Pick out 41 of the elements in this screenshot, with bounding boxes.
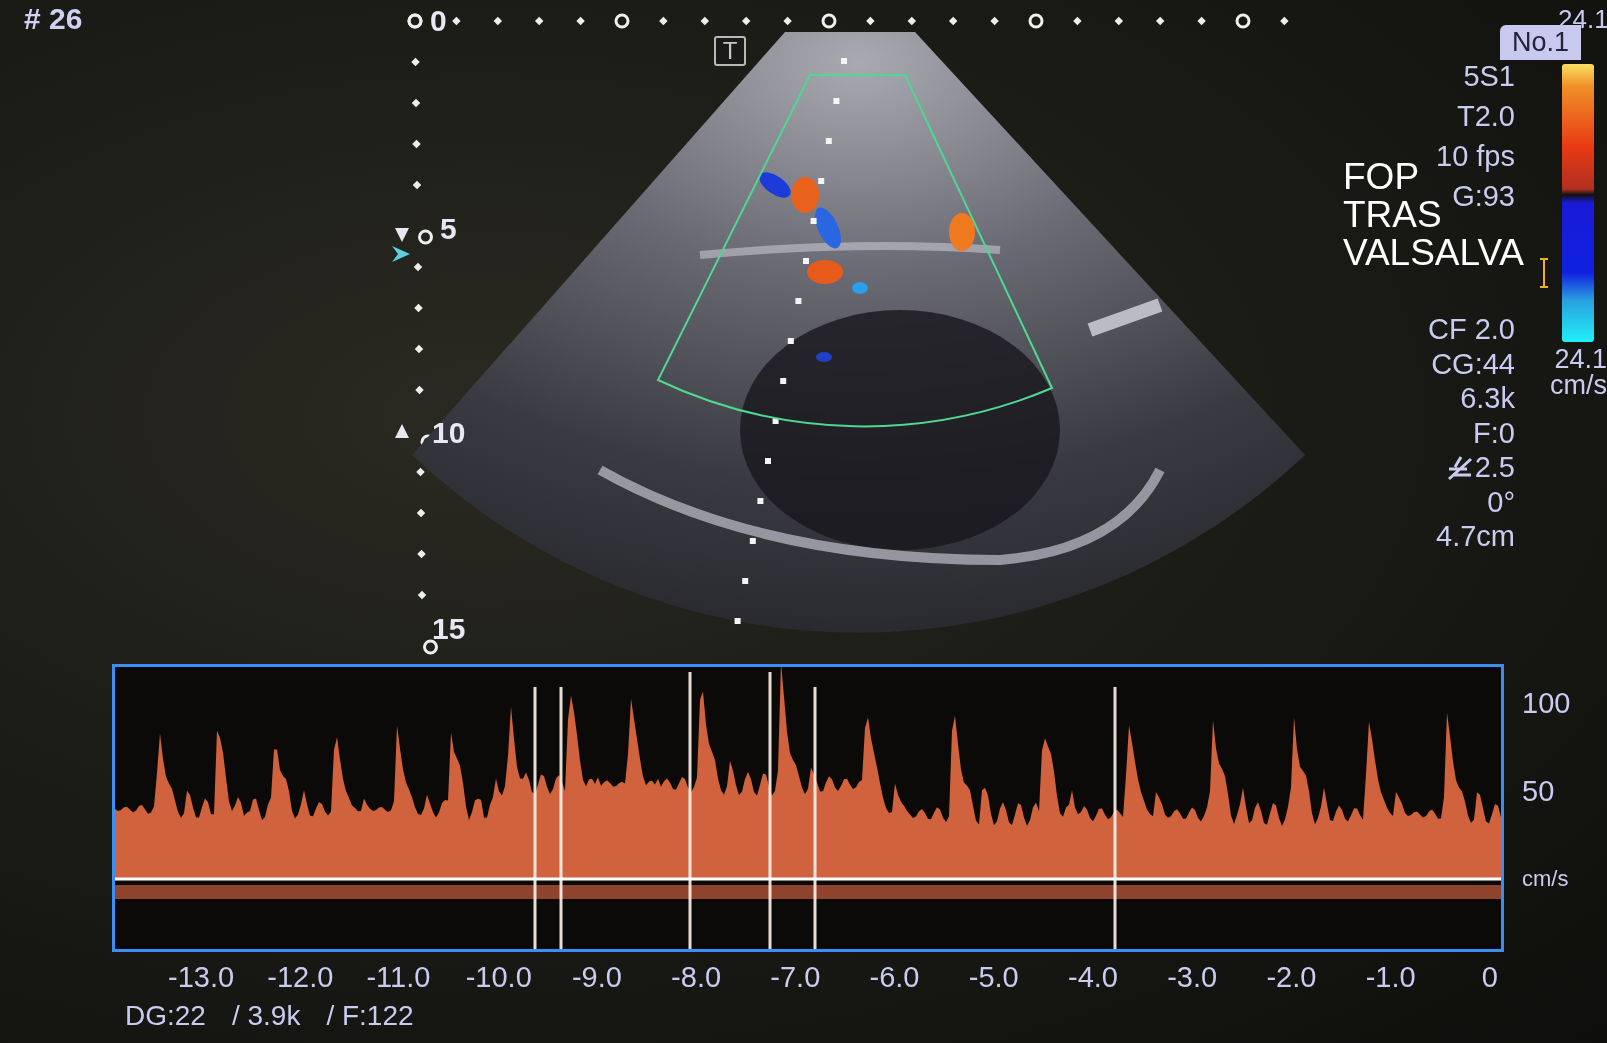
time-axis-label: -6.0 bbox=[868, 960, 921, 994]
t-marker: T bbox=[714, 36, 746, 66]
parameter-value: 5S1 bbox=[1463, 59, 1515, 94]
parameter-value: T2.0 bbox=[1456, 99, 1515, 134]
depth-label: 15 bbox=[432, 612, 466, 646]
time-axis-label: -11.0 bbox=[366, 960, 431, 994]
time-axis-label: -12.0 bbox=[267, 960, 332, 994]
time-axis-label: -9.0 bbox=[570, 960, 623, 994]
parameter-value: F:0 bbox=[1473, 415, 1515, 450]
time-axis-label: -5.0 bbox=[967, 960, 1020, 994]
parameter-value: CG:44 bbox=[1431, 346, 1515, 381]
parameter-value: 2.5 bbox=[1474, 450, 1515, 485]
time-axis-label: -1.0 bbox=[1364, 960, 1417, 994]
status-text: DG:22 bbox=[125, 1000, 206, 1032]
velocity-unit: cm/s bbox=[1550, 372, 1607, 398]
probe-badge: No.1 bbox=[1500, 25, 1582, 60]
time-axis-label: -10.0 bbox=[465, 960, 530, 994]
parameter-value: CF 2.0 bbox=[1427, 312, 1515, 347]
time-axis-label: -7.0 bbox=[769, 960, 822, 994]
parameter-value: G:93 bbox=[1452, 179, 1515, 214]
velocity-scale-label: 24.1 bbox=[1554, 346, 1607, 372]
depth-label: 0 bbox=[430, 4, 447, 38]
parameter-value: 10 fps bbox=[1436, 139, 1515, 174]
time-axis-label: -3.0 bbox=[1166, 960, 1219, 994]
depth-label: 10 bbox=[432, 416, 466, 450]
velocity-axis-label: 100 bbox=[1522, 688, 1571, 718]
parameter-value: 6.3k bbox=[1460, 381, 1515, 416]
time-axis-label: -13.0 bbox=[168, 960, 232, 994]
time-axis-label: -8.0 bbox=[670, 960, 723, 994]
parameter-value: 4.7cm bbox=[1436, 519, 1515, 554]
velocity-axis-label: 50 bbox=[1522, 776, 1556, 806]
status-text: / 3.9k bbox=[231, 1000, 301, 1032]
time-axis-label: -4.0 bbox=[1066, 960, 1119, 994]
time-axis-label: -2.0 bbox=[1265, 960, 1318, 994]
time-axis-label: 0 bbox=[1480, 960, 1499, 994]
annotation-text: VALSALVA bbox=[1343, 234, 1524, 272]
depth-label: 5 bbox=[440, 212, 457, 246]
velocity-axis-label: cm/s bbox=[1522, 865, 1570, 893]
status-text: / F:122 bbox=[326, 1000, 414, 1032]
parameter-value: 0° bbox=[1487, 484, 1515, 519]
frame-number: # 26 bbox=[24, 2, 83, 36]
